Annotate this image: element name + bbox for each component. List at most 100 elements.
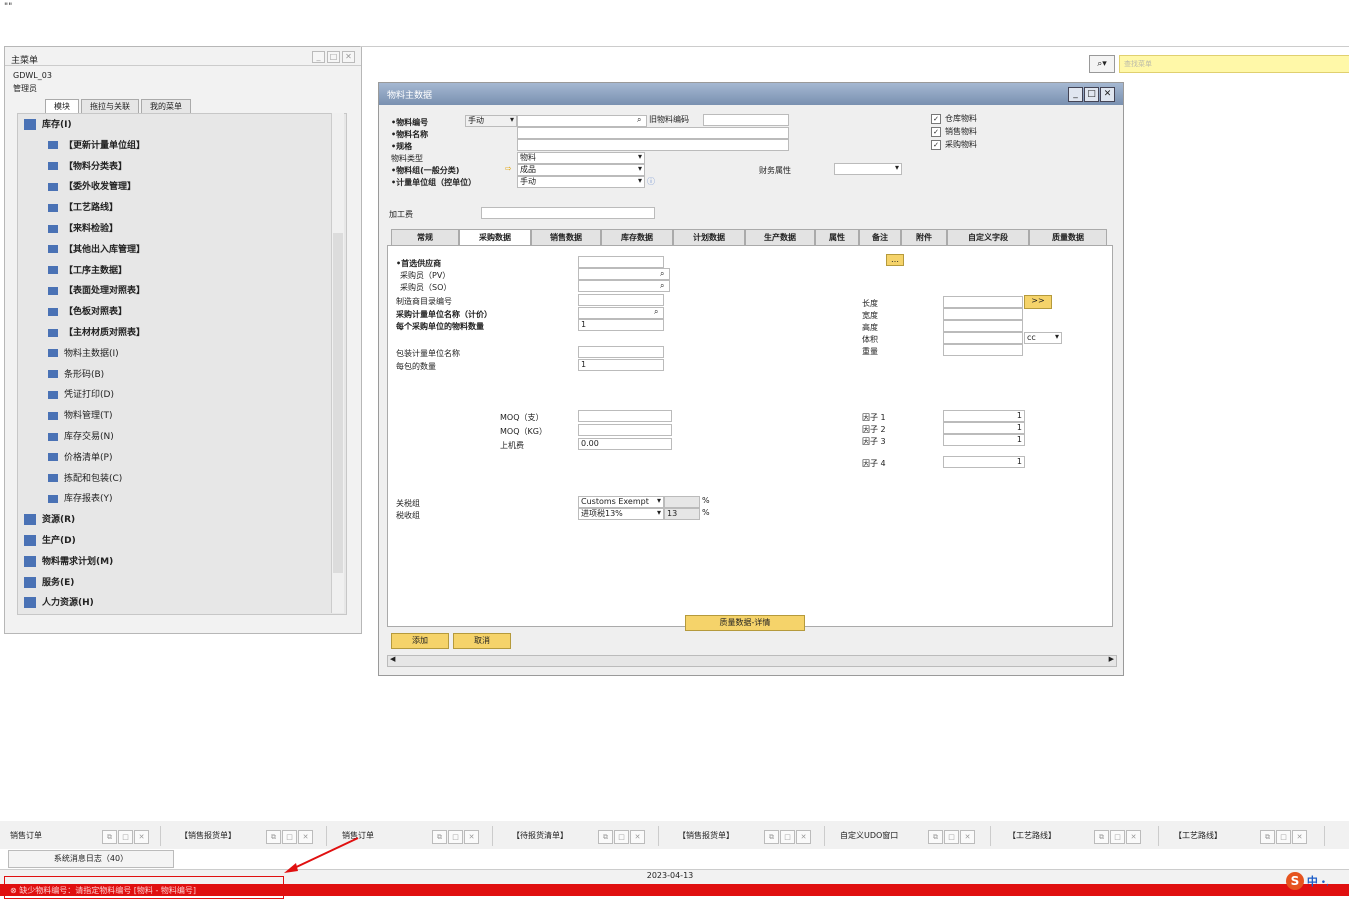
task-item[interactable]: 【工艺路线】 ⧉ □ ✕ xyxy=(1008,826,1159,846)
cancel-button[interactable]: 取消 xyxy=(453,633,511,649)
tab-remarks[interactable]: 备注 xyxy=(859,229,901,245)
tree-item[interactable]: 库存交易(N) xyxy=(48,428,114,446)
tree-item[interactable]: 【来料检验】 xyxy=(48,220,118,238)
scrollbar-thumb[interactable] xyxy=(333,233,343,573)
factor-1-field[interactable]: 1 xyxy=(943,410,1025,422)
tab-sales[interactable]: 销售数据 xyxy=(531,229,601,245)
tax-attr-select[interactable] xyxy=(834,163,902,175)
tab-planning[interactable]: 计划数据 xyxy=(673,229,745,245)
moq-pc-field[interactable] xyxy=(578,410,672,422)
tree-module[interactable]: 物料需求计划(M) xyxy=(24,553,113,571)
volume-unit-select[interactable]: cc xyxy=(1024,332,1062,344)
tree-item[interactable]: 【委外收发管理】 xyxy=(48,178,136,196)
qty-per-pkg-field[interactable]: 1 xyxy=(578,359,664,371)
tree-item[interactable]: 物料管理(T) xyxy=(48,407,113,425)
minimize-button[interactable]: _ xyxy=(312,51,325,63)
add-button[interactable]: 添加 xyxy=(391,633,449,649)
info-icon[interactable]: ⓘ xyxy=(647,176,655,187)
processing-fee-field[interactable] xyxy=(481,207,655,219)
tree-item[interactable]: 价格清单(P) xyxy=(48,449,112,467)
mfr-catalog-field[interactable] xyxy=(578,294,664,306)
task-item[interactable]: 【销售报货单】 ⧉ □ ✕ xyxy=(678,826,825,846)
search-icon[interactable]: ⌕ xyxy=(654,307,658,317)
item-no-mode-select[interactable]: 手动 xyxy=(465,115,517,127)
window-title-bar[interactable]: 物料主数据 _ □ ✕ xyxy=(379,83,1123,105)
tree-scrollbar[interactable] xyxy=(331,113,344,613)
preferred-vendor-field[interactable] xyxy=(578,256,664,268)
tab-drag-relate[interactable]: 拖拉与关联 xyxy=(81,99,139,113)
items-per-unit-field[interactable]: 1 xyxy=(578,319,664,331)
task-item[interactable]: 【待报货清单】 ⧉ □ ✕ xyxy=(512,826,659,846)
task-item[interactable]: 自定义UDO窗口 ⧉ □ ✕ xyxy=(840,826,991,846)
close-button[interactable]: ✕ xyxy=(342,51,355,63)
search-icon[interactable]: ⌕ xyxy=(660,269,664,279)
old-item-field[interactable] xyxy=(703,114,789,126)
tree-module[interactable]: 库存(I) xyxy=(24,116,72,134)
system-message-log-button[interactable]: 系统消息日志（40） xyxy=(8,850,174,868)
task-item[interactable]: 销售订单 ⧉ □ ✕ xyxy=(10,826,161,846)
spec-field[interactable] xyxy=(517,139,789,151)
search-icon[interactable]: ⌕ xyxy=(660,281,664,291)
tab-production[interactable]: 生产数据 xyxy=(745,229,815,245)
tree-module[interactable]: 服务(E) xyxy=(24,574,74,592)
tab-properties[interactable]: 属性 xyxy=(815,229,859,245)
tree-item[interactable]: 【物料分类表】 xyxy=(48,158,127,176)
tree-item[interactable]: 【更新计量单位组】 xyxy=(48,137,145,155)
tax-group-select[interactable]: 进项税13% xyxy=(578,508,664,520)
tab-attachments[interactable]: 附件 xyxy=(901,229,947,245)
maximize-button[interactable]: □ xyxy=(327,51,340,63)
tree-module[interactable]: 生产(D) xyxy=(24,532,76,550)
buyer-so-field[interactable] xyxy=(578,280,670,292)
item-group-select[interactable]: 成品 xyxy=(517,164,645,176)
scroll-right-icon[interactable]: ▶ xyxy=(1109,655,1114,663)
minimize-button[interactable]: _ xyxy=(1068,87,1083,102)
tree-item[interactable]: 拣配和包装(C) xyxy=(48,470,122,488)
tab-general[interactable]: 常规 xyxy=(391,229,459,245)
tree-item[interactable]: 条形码(B) xyxy=(48,366,104,384)
close-button[interactable]: ✕ xyxy=(1100,87,1115,102)
quality-details-button[interactable]: 质量数据-详情 xyxy=(685,615,805,631)
tree-item[interactable]: 【表面处理对照表】 xyxy=(48,282,145,300)
item-no-field[interactable] xyxy=(517,115,647,127)
factor-3-field[interactable]: 1 xyxy=(943,434,1025,446)
inventory-item-checkbox[interactable]: ✓ 仓库物料 xyxy=(931,113,977,124)
item-name-field[interactable] xyxy=(517,127,789,139)
tree-item[interactable]: 【其他出入库管理】 xyxy=(48,241,145,259)
width-field[interactable] xyxy=(943,308,1023,320)
tree-item[interactable]: 【工序主数据】 xyxy=(48,262,127,280)
purchase-item-checkbox[interactable]: ✓ 采购物料 xyxy=(931,139,977,150)
tab-quality[interactable]: 质量数据 xyxy=(1029,229,1107,245)
task-item[interactable]: 【工艺路线】 ⧉ □ ✕ xyxy=(1174,826,1325,846)
dimensions-more-button[interactable]: >> xyxy=(1024,295,1052,309)
length-field[interactable] xyxy=(943,296,1023,308)
factor-2-field[interactable]: 1 xyxy=(943,422,1025,434)
height-field[interactable] xyxy=(943,320,1023,332)
item-type-select[interactable]: 物料 xyxy=(517,152,645,164)
menu-search-input[interactable]: 查找菜单 xyxy=(1119,55,1349,73)
buyer-pv-field[interactable] xyxy=(578,268,670,280)
factor-4-field[interactable]: 1 xyxy=(943,456,1025,468)
tree-item[interactable]: 【工艺路线】 xyxy=(48,199,118,217)
tree-module[interactable]: 资源(R) xyxy=(24,511,75,529)
pkg-uom-field[interactable] xyxy=(578,346,664,358)
tab-purchasing[interactable]: 采购数据 xyxy=(459,229,531,245)
tree-item[interactable]: 凭证打印(D) xyxy=(48,386,114,404)
horizontal-scrollbar[interactable]: ◀ ▶ xyxy=(387,655,1117,667)
tree-module[interactable]: 人力资源(H) xyxy=(24,594,94,612)
volume-field[interactable] xyxy=(943,332,1023,344)
uom-group-select[interactable]: 手动 xyxy=(517,176,645,188)
vendor-link-button[interactable]: … xyxy=(886,254,904,266)
tab-user-fields[interactable]: 自定义字段 xyxy=(947,229,1029,245)
customs-group-select[interactable]: Customs Exempt xyxy=(578,496,664,508)
task-item[interactable]: 销售订单 ⧉ □ ✕ xyxy=(342,826,493,846)
tree-item[interactable]: 【色板对照表】 xyxy=(48,303,127,321)
tab-inventory[interactable]: 库存数据 xyxy=(601,229,673,245)
sales-item-checkbox[interactable]: ✓ 销售物料 xyxy=(931,126,977,137)
tab-my-menu[interactable]: 我的菜单 xyxy=(141,99,191,113)
maximize-button[interactable]: □ xyxy=(1084,87,1099,102)
weight-field[interactable] xyxy=(943,344,1023,356)
machine-fee-field[interactable]: 0.00 xyxy=(578,438,672,450)
tree-item[interactable]: 库存报表(Y) xyxy=(48,490,113,508)
search-icon[interactable]: ⌕ xyxy=(637,115,641,125)
tree-item[interactable]: 物料主数据(I) xyxy=(48,345,119,363)
